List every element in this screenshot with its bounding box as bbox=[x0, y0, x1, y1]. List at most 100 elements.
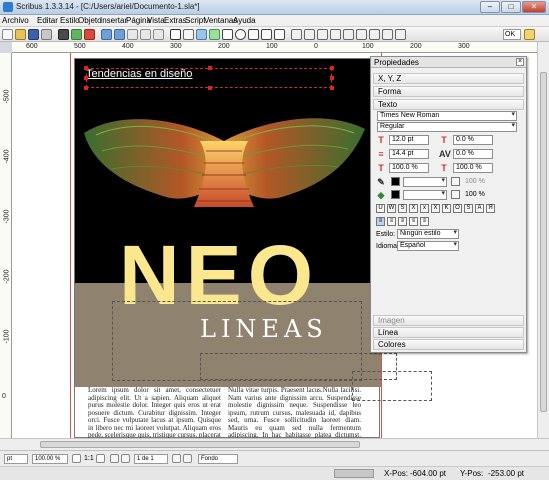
kerning-field[interactable]: 0.0 % bbox=[453, 149, 493, 159]
fill-swatch[interactable] bbox=[391, 190, 400, 199]
outline-button[interactable]: O bbox=[453, 204, 462, 213]
preflight-icon[interactable] bbox=[71, 29, 82, 40]
menu-script[interactable]: Script bbox=[185, 16, 205, 25]
pdf-tools-dropdown[interactable]: OK bbox=[503, 29, 521, 40]
smallcaps-button[interactable]: K bbox=[442, 204, 451, 213]
resize-handle[interactable] bbox=[84, 66, 88, 70]
print-icon[interactable] bbox=[58, 29, 69, 40]
subscript-button[interactable]: x bbox=[420, 204, 429, 213]
horizontal-scroll-thumb[interactable] bbox=[40, 441, 360, 448]
save-icon[interactable] bbox=[28, 29, 39, 40]
freehand-icon[interactable] bbox=[274, 29, 285, 40]
scale-width-field[interactable]: 100.0 % bbox=[389, 163, 429, 173]
strikethrough-button[interactable]: S bbox=[398, 204, 407, 213]
language-select[interactable]: Español bbox=[397, 241, 459, 251]
unlink-frames-icon[interactable] bbox=[356, 29, 367, 40]
vertical-scrollbar[interactable] bbox=[537, 42, 549, 438]
rtl-button[interactable]: Я bbox=[486, 204, 495, 213]
section-texto[interactable]: Texto bbox=[373, 99, 524, 110]
effects-button[interactable]: A bbox=[475, 204, 484, 213]
zoom-select[interactable]: 100.00 % bbox=[32, 454, 68, 464]
align-forced-button[interactable]: ≡ bbox=[420, 217, 429, 226]
resize-handle[interactable] bbox=[330, 76, 334, 80]
redo-icon[interactable] bbox=[114, 29, 125, 40]
menu-editar[interactable]: Editar bbox=[37, 16, 58, 25]
maximize-button[interactable]: □ bbox=[501, 1, 521, 13]
fill-color-select[interactable] bbox=[403, 190, 447, 200]
vertical-scroll-thumb[interactable] bbox=[540, 72, 547, 412]
measure-icon[interactable] bbox=[369, 29, 380, 40]
horizontal-ruler[interactable]: 600 500 400 300 200 100 0 100 200 300 bbox=[12, 42, 537, 53]
vertical-ruler[interactable]: -500 -400 -300 -200 -100 0 bbox=[0, 53, 12, 440]
select-tool-icon[interactable] bbox=[170, 29, 181, 40]
selection-box[interactable] bbox=[86, 68, 332, 88]
new-document-icon[interactable] bbox=[2, 29, 13, 40]
close-panel-icon[interactable]: × bbox=[516, 58, 524, 66]
close-button[interactable]: ✕ bbox=[522, 1, 546, 13]
page-select[interactable]: 1 de 1 bbox=[134, 454, 168, 464]
section-imagen[interactable]: Imagen bbox=[373, 315, 524, 326]
edit-contents-icon[interactable] bbox=[317, 29, 328, 40]
horizontal-scrollbar[interactable] bbox=[0, 438, 549, 450]
shadow-button[interactable]: S bbox=[464, 204, 473, 213]
align-left-button[interactable]: ≡ bbox=[376, 217, 385, 226]
stroke-color-select[interactable] bbox=[403, 177, 447, 187]
menu-vista[interactable]: Vista bbox=[147, 16, 165, 25]
align-center-button[interactable]: ≡ bbox=[387, 217, 396, 226]
zoom-out-icon[interactable] bbox=[72, 454, 81, 463]
next-page-icon[interactable] bbox=[172, 454, 181, 463]
unit-select[interactable]: pt bbox=[4, 454, 28, 464]
menu-estilo[interactable]: Estilo bbox=[60, 16, 80, 25]
resize-handle[interactable] bbox=[84, 76, 88, 80]
rotate-icon[interactable] bbox=[291, 29, 302, 40]
close-doc-icon[interactable] bbox=[41, 29, 52, 40]
paste-icon[interactable] bbox=[153, 29, 164, 40]
superscript-button[interactable]: X bbox=[409, 204, 418, 213]
minimize-button[interactable]: – bbox=[480, 1, 500, 13]
open-folder-icon[interactable] bbox=[15, 29, 26, 40]
underline-button[interactable]: U bbox=[376, 204, 385, 213]
underline-words-button[interactable]: W bbox=[387, 204, 396, 213]
copy-properties-icon[interactable] bbox=[382, 29, 393, 40]
menu-insertar[interactable]: Insertar bbox=[100, 16, 127, 25]
section-linea[interactable]: Línea bbox=[373, 327, 524, 338]
zoom-icon[interactable] bbox=[304, 29, 315, 40]
copy-icon[interactable] bbox=[140, 29, 151, 40]
shape-icon[interactable] bbox=[222, 29, 233, 40]
edit-text-icon[interactable] bbox=[330, 29, 341, 40]
scale-height-field[interactable]: 100.0 % bbox=[453, 163, 493, 173]
pdf-export-icon[interactable] bbox=[84, 29, 95, 40]
resize-handle[interactable] bbox=[84, 86, 88, 90]
line-icon[interactable] bbox=[248, 29, 259, 40]
resize-handle[interactable] bbox=[208, 86, 212, 90]
last-page-icon[interactable] bbox=[183, 454, 192, 463]
font-family-select[interactable]: Times New Roman bbox=[377, 111, 517, 121]
text-frame-icon[interactable] bbox=[183, 29, 194, 40]
prev-page-icon[interactable] bbox=[121, 454, 130, 463]
first-page-icon[interactable] bbox=[110, 454, 119, 463]
section-colores[interactable]: Colores bbox=[373, 339, 524, 350]
font-size-field[interactable]: 12.0 pt bbox=[389, 135, 429, 145]
line-spacing-field[interactable]: 14.4 pt bbox=[389, 149, 429, 159]
align-justify-button[interactable]: ≡ bbox=[409, 217, 418, 226]
tracking-field[interactable]: 0.0 % bbox=[453, 135, 493, 145]
fractal-artwork-image[interactable] bbox=[82, 111, 367, 221]
align-right-button[interactable]: ≡ bbox=[398, 217, 407, 226]
image-frame-icon[interactable] bbox=[196, 29, 207, 40]
bezier-icon[interactable] bbox=[261, 29, 272, 40]
menu-objeto[interactable]: Objeto bbox=[78, 16, 102, 25]
cut-icon[interactable] bbox=[127, 29, 138, 40]
resize-handle[interactable] bbox=[330, 86, 334, 90]
resize-handle[interactable] bbox=[330, 66, 334, 70]
paragraph-style-select[interactable]: Ningún estilo bbox=[397, 229, 459, 239]
stroke-swatch[interactable] bbox=[391, 177, 400, 186]
section-forma[interactable]: Forma bbox=[373, 86, 524, 97]
link-frames-icon[interactable] bbox=[343, 29, 354, 40]
body-text-column-2[interactable]: Nulla vitae turpis. Praesent lacus.Nulla… bbox=[228, 387, 361, 438]
zoom-in-icon[interactable] bbox=[96, 454, 105, 463]
undo-icon[interactable] bbox=[101, 29, 112, 40]
pdf-field-icon[interactable] bbox=[524, 29, 535, 40]
allcaps-button[interactable]: X bbox=[431, 204, 440, 213]
body-text-column-1[interactable]: Lorem ipsum dolor sit amet, consectetuer… bbox=[88, 387, 221, 438]
resize-handle[interactable] bbox=[208, 66, 212, 70]
